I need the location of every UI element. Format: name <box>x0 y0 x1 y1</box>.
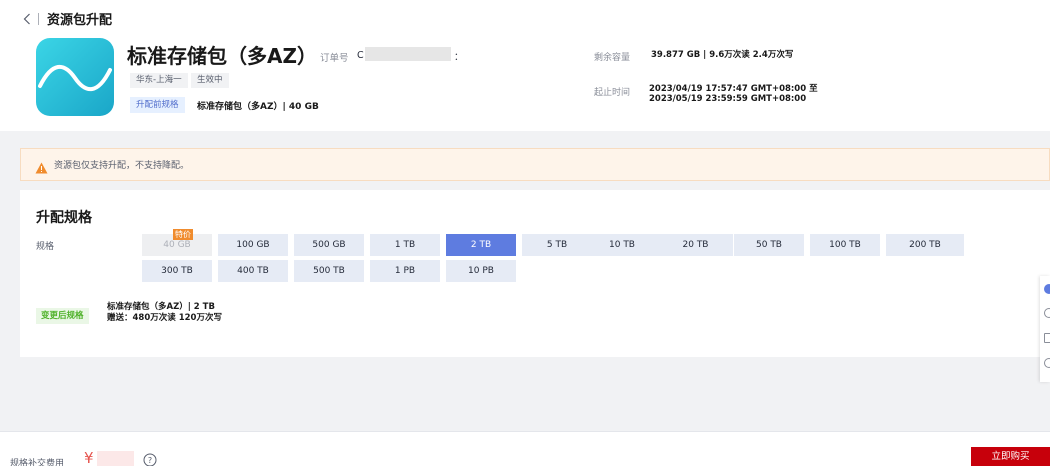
spec-label: 规格 <box>36 242 55 252</box>
order-number-redacted <box>365 47 451 61</box>
spec-option-300tb[interactable]: 300 TB <box>142 260 212 282</box>
remaining-capacity-value: 39.877 GB | 9.6万次读 2.4万次写 <box>651 50 794 60</box>
spec-option-400tb[interactable]: 400 TB <box>218 260 288 282</box>
before-spec-badge: 升配前规格 <box>130 97 185 113</box>
before-spec-value: 标准存储包（多AZ）| 40 GB <box>197 102 319 112</box>
spec-option-10tb[interactable]: 10 TB <box>582 234 662 256</box>
spec-option-500tb[interactable]: 500 TB <box>294 260 364 282</box>
spec-option-100tb[interactable]: 100 TB <box>810 234 880 256</box>
product-name: 标准存储包（多AZ） <box>127 44 317 68</box>
period-start: 2023/04/19 17:57:47 GMT+08:00 至 <box>649 84 818 94</box>
service-icon[interactable] <box>1044 358 1050 368</box>
svg-text:?: ? <box>148 456 152 465</box>
document-icon[interactable] <box>1044 333 1050 343</box>
warning-icon <box>35 159 48 173</box>
after-spec-name: 标准存储包（多AZ）| 2 TB <box>107 302 215 312</box>
divider <box>38 12 39 25</box>
currency-symbol: ¥ <box>84 449 94 466</box>
after-spec-gift: 赠送：480万次读 120万次写 <box>107 313 222 323</box>
side-toolbar[interactable] <box>1040 276 1050 382</box>
after-spec-badge: 变更后规格 <box>36 308 89 324</box>
upgrade-spec-card: 升配规格 规格 40 GB 100 GB 500 GB 1 TB 2 TB 5 … <box>20 190 1050 357</box>
region-tag: 华东-上海一 <box>130 73 188 88</box>
spec-option-10pb[interactable]: 10 PB <box>446 260 516 282</box>
notice-banner: 资源包仅支持升配，不支持降配。 <box>20 148 1050 181</box>
order-number-label: 订单号 <box>320 53 349 64</box>
page-title: 资源包升配 <box>47 13 113 28</box>
spec-option-200tb[interactable]: 200 TB <box>886 234 964 256</box>
spec-option-50tb[interactable]: 50 TB <box>734 234 804 256</box>
period-label: 起止时间 <box>594 88 631 98</box>
assistant-icon[interactable] <box>1044 284 1050 294</box>
footer-bar: 规格补交费用 ¥ ? <box>0 431 1050 466</box>
status-badge: 生效中 <box>191 73 229 88</box>
spec-option-2tb[interactable]: 2 TB <box>446 234 516 256</box>
chevron-left-icon[interactable] <box>20 12 34 26</box>
buy-now-button[interactable]: 立即购买 <box>971 447 1050 466</box>
notice-text: 资源包仅支持升配，不支持降配。 <box>54 161 190 171</box>
spec-option-1pb[interactable]: 1 PB <box>370 260 440 282</box>
fee-label: 规格补交费用 <box>10 459 65 466</box>
spec-option-20tb[interactable]: 20 TB <box>658 234 733 256</box>
period-end: 2023/05/19 23:59:59 GMT+08:00 <box>649 94 807 104</box>
section-title: 升配规格 <box>36 210 92 226</box>
order-number-suffix: ： <box>454 52 464 63</box>
special-price-tag: 特价 <box>173 229 193 240</box>
feedback-icon[interactable] <box>1044 308 1050 318</box>
spec-option-1tb[interactable]: 1 TB <box>370 234 440 256</box>
product-header: 资源包升配 标准存储包（多AZ） 订单号 C ： 华东-上海一 生效中 升配前规… <box>0 0 1050 131</box>
order-number-prefix: C <box>357 50 364 61</box>
help-circle-icon[interactable]: ? <box>143 452 157 466</box>
spec-option-100gb[interactable]: 100 GB <box>218 234 288 256</box>
remaining-capacity-label: 剩余容量 <box>594 53 631 63</box>
fee-amount-redacted <box>97 451 134 466</box>
spec-option-500gb[interactable]: 500 GB <box>294 234 364 256</box>
product-logo <box>36 38 114 116</box>
after-spec-value: 标准存储包（多AZ）| 2 TB 赠送：480万次读 120万次写 <box>107 302 222 324</box>
title-bar: 资源包升配 <box>20 9 112 28</box>
